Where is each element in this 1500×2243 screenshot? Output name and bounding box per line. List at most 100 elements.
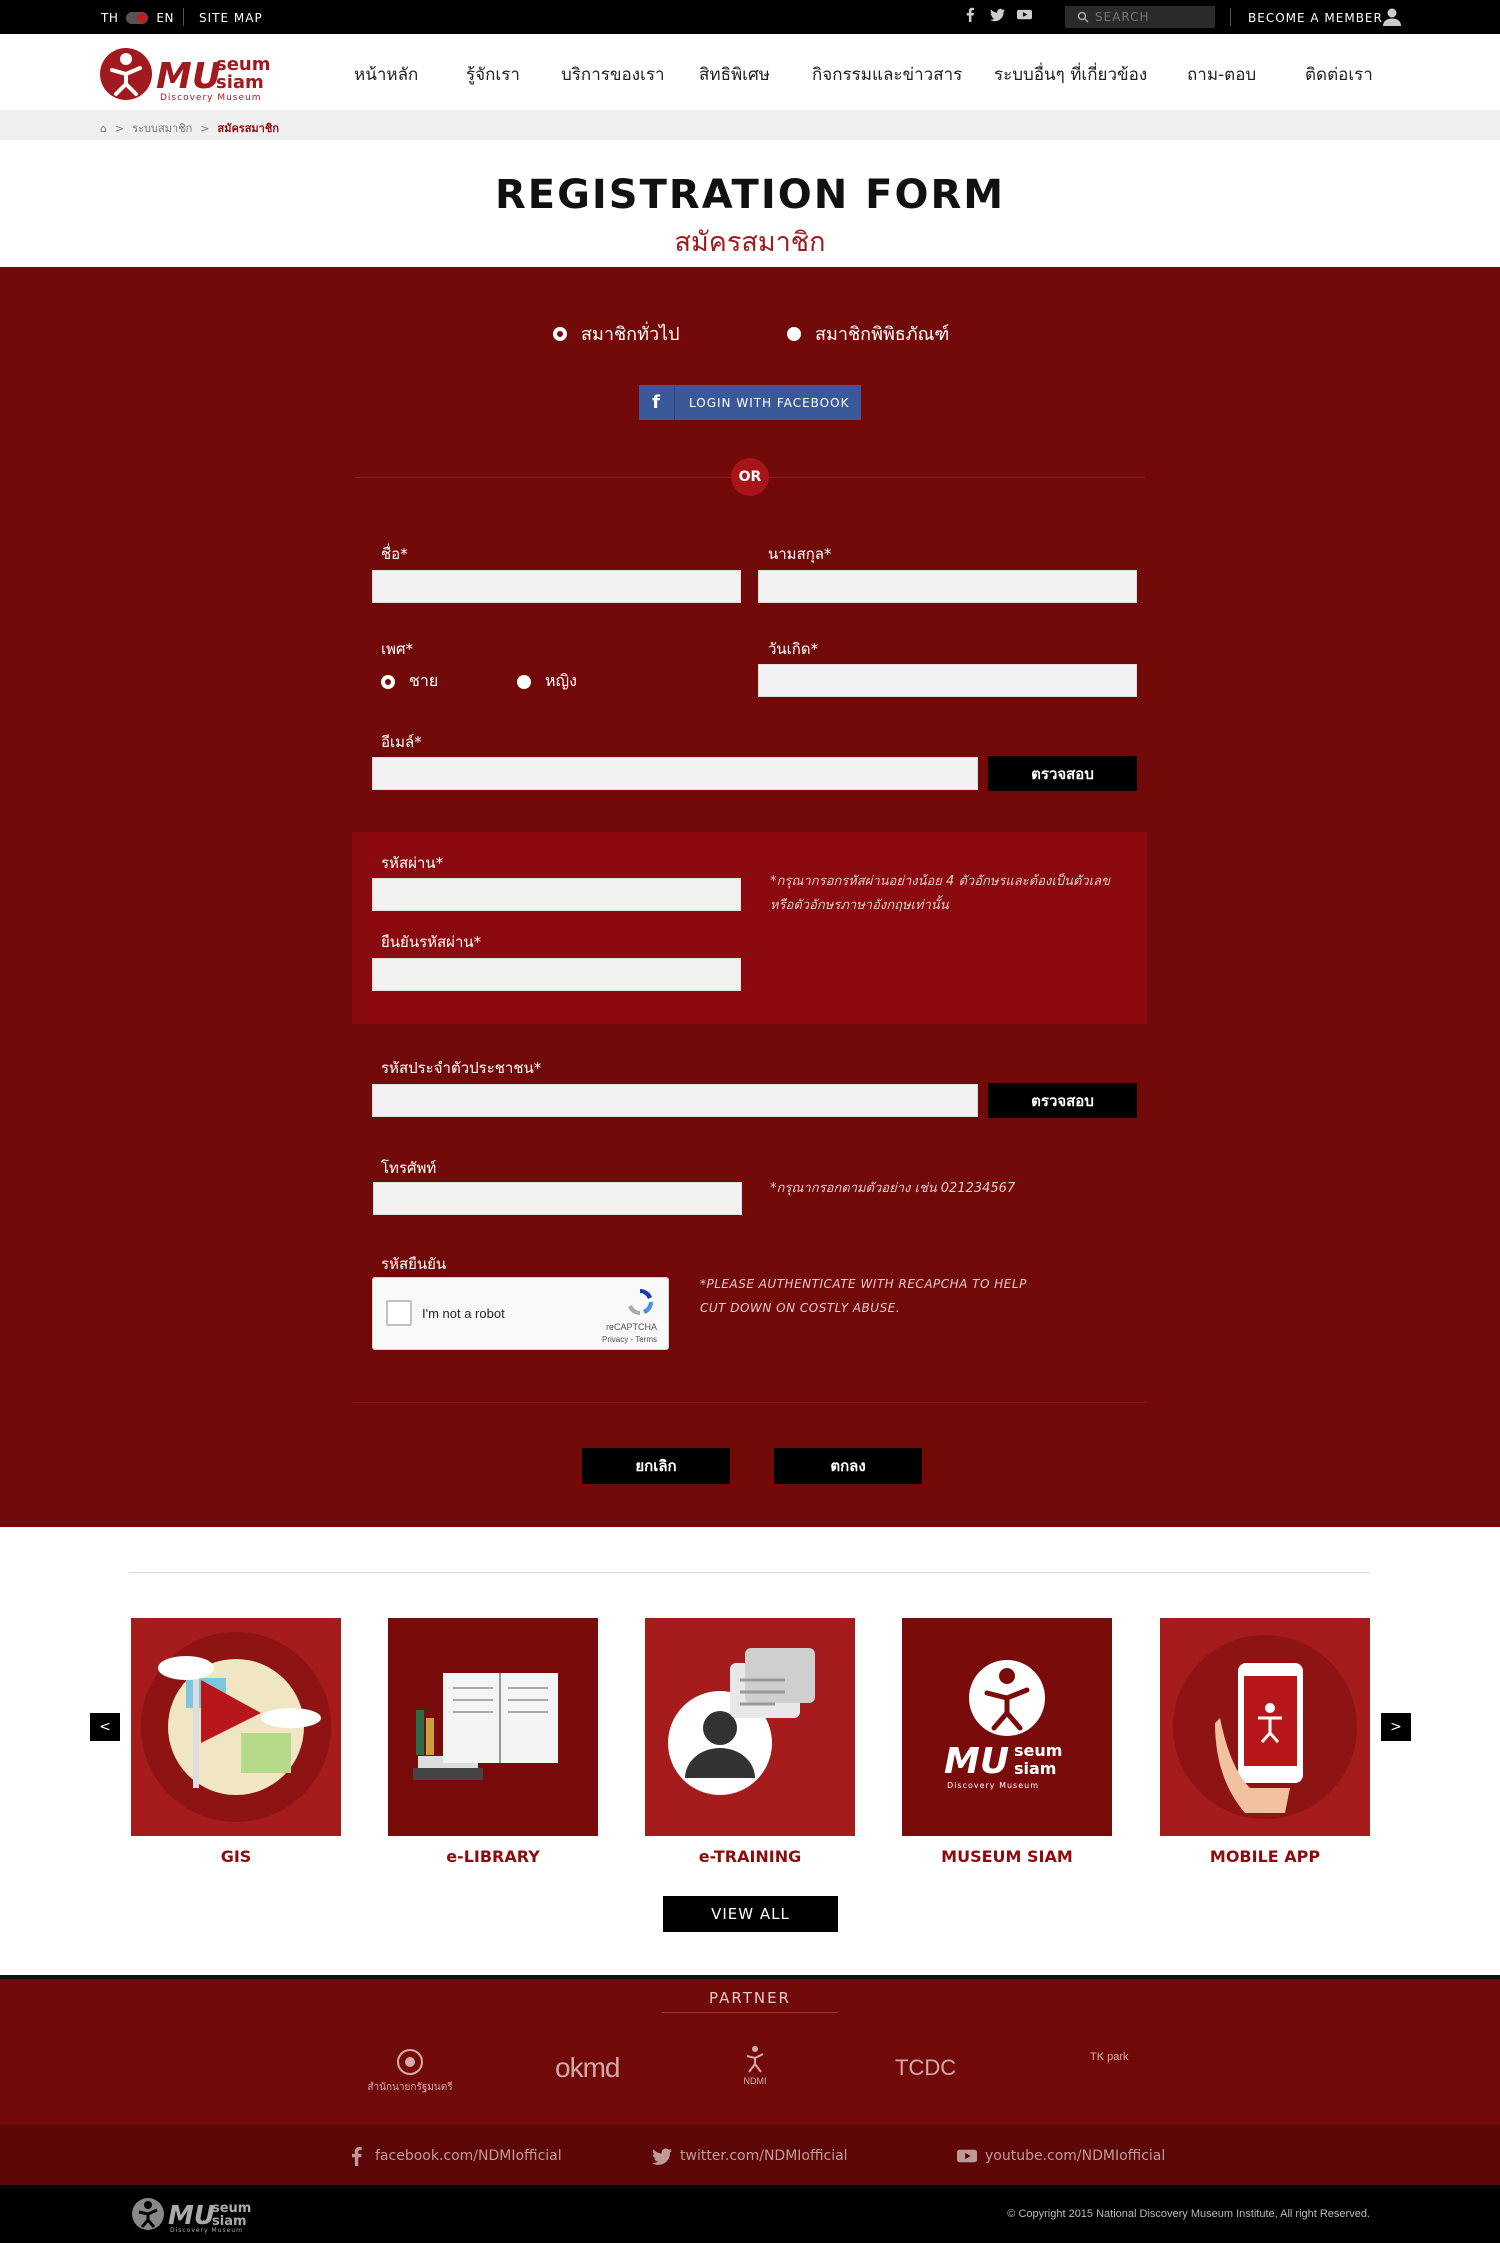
footer-twitter-text: twitter.com/NDMIofficial	[680, 2148, 848, 2164]
lastname-input[interactable]	[758, 570, 1137, 603]
service-label-etraining[interactable]: e-TRAINING	[645, 1847, 855, 1866]
recaptcha-text: I'm not a robot	[422, 1306, 505, 1321]
password-hint: *กรุณากรอกรหัสผ่านอย่างน้อย 4 ตัวอักษรแล…	[770, 870, 1110, 918]
captcha-hint-line2: CUT DOWN ON COSTLY ABUSE.	[700, 1301, 901, 1315]
language-toggle[interactable]	[126, 12, 149, 24]
service-label-elibrary[interactable]: e-LIBRARY	[388, 1847, 598, 1866]
form-divider	[352, 1402, 1147, 1403]
service-card-etraining[interactable]	[645, 1618, 855, 1836]
id-card-input[interactable]	[372, 1084, 978, 1117]
lang-en[interactable]: EN	[156, 11, 174, 25]
lastname-label: นามสกุล*	[768, 545, 832, 563]
member-type-general[interactable]: สมาชิกทั่วไป	[553, 319, 680, 348]
youtube-icon	[957, 2149, 977, 2163]
home-icon[interactable]: ⌂	[100, 122, 107, 135]
carousel-prev-button[interactable]: <	[90, 1713, 120, 1741]
page-subtitle: สมัครสมาชิก	[674, 227, 826, 258]
password-label: รหัสผ่าน*	[381, 854, 444, 872]
member-type-museum[interactable]: สมาชิกพิพิธภัณฑ์	[787, 319, 949, 348]
museum-siam-logo[interactable]: MU seum siam Discovery Museum	[98, 44, 298, 102]
facebook-icon: f	[639, 385, 675, 420]
service-label-museum-siam[interactable]: MUSEUM SIAM	[902, 1847, 1112, 1866]
service-card-elibrary[interactable]	[388, 1618, 598, 1836]
partner-logo-tkpark[interactable]: TK park	[1090, 2051, 1130, 2063]
nav-faq[interactable]: ถาม-ตอบ	[1187, 61, 1256, 88]
partner-logo-tcdc[interactable]: TCDC	[895, 2055, 956, 2081]
recaptcha-terms[interactable]: Privacy - Terms	[602, 1335, 657, 1344]
partner-title: PARTNER	[709, 1989, 791, 2007]
lang-th[interactable]: TH	[101, 11, 118, 25]
search-icon	[1077, 11, 1089, 23]
social-footer: facebook.com/NDMIofficial twitter.com/ND…	[0, 2125, 1500, 2185]
nav-activities[interactable]: กิจกรรมและข่าวสาร	[812, 61, 962, 88]
check-email-button[interactable]: ตรวจสอบ	[988, 756, 1137, 791]
recaptcha-checkbox[interactable]	[386, 1300, 412, 1326]
nav-other-systems[interactable]: ระบบอื่นๆ ที่เกี่ยวข้อง	[994, 61, 1147, 88]
partner-logo-opm[interactable]: สำนักนายกรัฐมนตรี	[365, 2047, 455, 2095]
password-section	[352, 832, 1147, 1024]
footer-facebook-text: facebook.com/NDMIofficial	[375, 2148, 562, 2164]
footer-youtube-link[interactable]: youtube.com/NDMIofficial	[957, 2146, 1165, 2166]
recaptcha-widget: I'm not a robot reCAPTCHA Privacy - Term…	[372, 1277, 669, 1350]
radio-general[interactable]	[553, 326, 567, 341]
check-id-card-button[interactable]: ตรวจสอบ	[988, 1083, 1137, 1118]
submit-button[interactable]: ตกลง	[774, 1448, 922, 1484]
nav-contact[interactable]: ติดต่อเรา	[1305, 61, 1373, 88]
nav-services[interactable]: บริการของเรา	[561, 61, 665, 88]
services-divider	[129, 1572, 1370, 1573]
top-bar: TH EN SITE MAP BECOME A MEMBER	[0, 0, 1500, 34]
password-input[interactable]	[372, 878, 741, 911]
confirm-password-input[interactable]	[372, 958, 741, 991]
logo-mu: MU	[156, 56, 221, 97]
member-type-museum-label: สมาชิกพิพิธภัณฑ์	[815, 324, 950, 345]
footer-twitter-link[interactable]: twitter.com/NDMIofficial	[652, 2146, 848, 2166]
firstname-input[interactable]	[372, 570, 741, 603]
gender-male[interactable]: ชาย	[381, 669, 438, 694]
gender-male-label: ชาย	[409, 671, 439, 690]
captcha-label: รหัสยืนยัน	[381, 1255, 447, 1273]
sitemap-link[interactable]: SITE MAP	[199, 11, 263, 25]
language-switch[interactable]: TH EN	[101, 11, 174, 25]
twitter-icon[interactable]	[990, 7, 1005, 22]
email-input[interactable]	[372, 757, 978, 790]
captcha-hint-line1: *PLEASE AUTHENTICATE WITH RECAPCHA TO HE…	[700, 1277, 1027, 1291]
divider	[1230, 8, 1231, 26]
breadcrumb-current: สมัครสมาชิก	[217, 122, 279, 135]
youtube-icon[interactable]	[1017, 7, 1032, 22]
partner-logo-okmd[interactable]: okmd	[555, 2052, 620, 2084]
view-all-button[interactable]: VIEW ALL	[663, 1896, 838, 1932]
service-card-museum-siam[interactable]: MU seum siam Discovery Museum	[902, 1618, 1112, 1836]
radio-male[interactable]	[381, 674, 395, 689]
partner-logo-ndmi[interactable]: NDMI	[735, 2044, 775, 2086]
footer-facebook-link[interactable]: facebook.com/NDMIofficial	[347, 2146, 562, 2166]
card-logo-siam: siam	[1014, 1759, 1056, 1778]
facebook-login-button[interactable]: f LOGIN WITH FACEBOOK	[639, 385, 861, 420]
gender-female[interactable]: หญิง	[517, 669, 577, 694]
birthday-input[interactable]	[758, 664, 1137, 697]
emblem-icon	[397, 2049, 423, 2075]
service-label-mobile-app[interactable]: MOBILE APP	[1160, 1847, 1370, 1866]
breadcrumb-member-system[interactable]: ระบบสมาชิก	[132, 119, 192, 137]
twitter-icon	[652, 2148, 672, 2165]
footer-logo[interactable]: MU seum siam Discovery Museum	[130, 2194, 270, 2234]
become-member-link[interactable]: BECOME A MEMBER	[1248, 11, 1383, 25]
service-label-gis[interactable]: GIS	[131, 1847, 341, 1866]
member-type-general-label: สมาชิกทั่วไป	[581, 324, 680, 345]
service-card-gis[interactable]	[131, 1618, 341, 1836]
facebook-icon[interactable]	[963, 7, 978, 22]
page-title: REGISTRATION FORM	[494, 172, 1006, 218]
radio-female[interactable]	[517, 674, 531, 689]
cancel-button[interactable]: ยกเลิก	[582, 1448, 730, 1484]
breadcrumb-separator: >	[114, 121, 125, 135]
user-icon[interactable]	[1382, 7, 1402, 27]
phone-input[interactable]	[373, 1182, 742, 1215]
nav-home[interactable]: หน้าหลัก	[354, 61, 418, 88]
service-card-mobile-app[interactable]	[1160, 1618, 1370, 1836]
card-logo-tagline: Discovery Museum	[947, 1781, 1039, 1790]
footer-logo-tagline: Discovery Museum	[170, 2227, 243, 2234]
carousel-next-button[interactable]: >	[1381, 1713, 1411, 1741]
nav-privileges[interactable]: สิทธิพิเศษ	[699, 61, 770, 88]
gender-female-label: หญิง	[545, 671, 577, 690]
radio-museum[interactable]	[787, 326, 801, 341]
nav-about[interactable]: รู้จักเรา	[466, 61, 520, 88]
